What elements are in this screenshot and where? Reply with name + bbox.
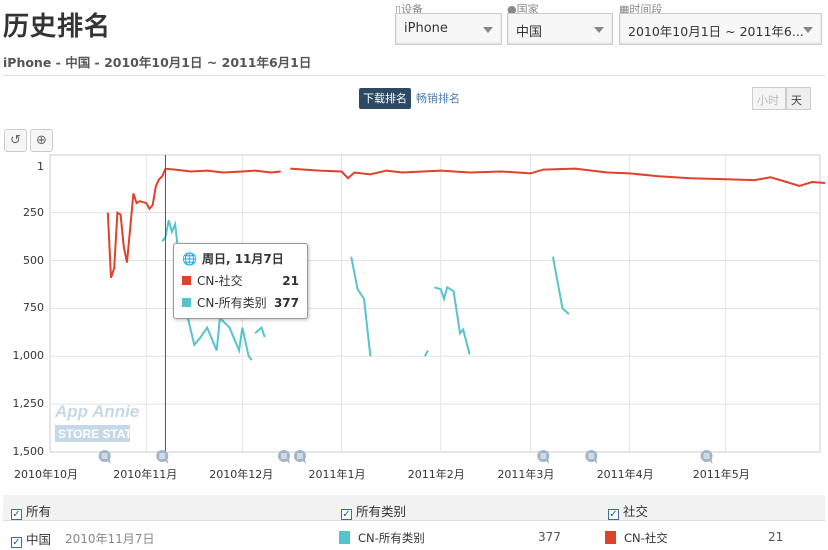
- filter-social[interactable]: ✓ 社交: [608, 501, 648, 520]
- y-tick-label: 500: [23, 253, 44, 267]
- series-swatch: [182, 276, 191, 285]
- legend-value: 21: [768, 530, 784, 544]
- note-icon[interactable]: [700, 450, 713, 464]
- x-tick-label: 2010年12月: [209, 468, 274, 481]
- note-icon[interactable]: [156, 450, 169, 464]
- note-icon[interactable]: [585, 450, 598, 464]
- x-tick-label: 2011年3月: [497, 468, 555, 481]
- note-icon[interactable]: [537, 450, 550, 464]
- svg-text:STORE STATS: STORE STATS: [58, 427, 140, 441]
- x-tick-label: 2011年5月: [692, 468, 750, 481]
- checkbox-icon[interactable]: ✓: [608, 509, 619, 520]
- legend-date: 2010年11月7日: [65, 532, 155, 546]
- tooltip: 🌐 周日, 11月7日 CN-社交 21 CN-所有类别 377: [173, 243, 308, 319]
- filter-all[interactable]: ✓ 所有: [11, 501, 51, 520]
- checkbox-icon[interactable]: ✓: [11, 509, 22, 520]
- country-toggle[interactable]: ✓ 中国: [11, 529, 51, 548]
- y-tick-label: 750: [23, 301, 44, 315]
- legend-header: ✓ 所有 ✓ 所有类别 ✓ 社交: [3, 495, 825, 521]
- note-icon[interactable]: [277, 450, 290, 464]
- tooltip-row-all: CN-所有类别 377: [182, 294, 299, 311]
- x-tick-label: 2010年10月: [14, 468, 78, 481]
- y-tick-label: 1,500: [12, 445, 45, 458]
- filter-all-categories[interactable]: ✓ 所有类别: [341, 501, 406, 520]
- note-icon[interactable]: [98, 450, 111, 464]
- series-swatch: [605, 531, 616, 544]
- rank-chart[interactable]: App Annie STORE STATS: [0, 0, 828, 490]
- x-tick-label: 2011年4月: [596, 468, 654, 481]
- y-tick-label: 1,250: [12, 397, 45, 411]
- y-tick-label: 1: [37, 160, 44, 173]
- y-tick-label: 250: [23, 205, 44, 219]
- note-icon[interactable]: [293, 450, 306, 464]
- checkbox-icon[interactable]: ✓: [341, 509, 352, 520]
- legend-value: 377: [538, 530, 561, 544]
- x-tick-label: 2011年2月: [407, 468, 465, 481]
- series-swatch: [339, 531, 350, 544]
- legend-row: ✓ 中国 2010年11月7日 CN-所有类别 377 CN-社交 21: [3, 522, 825, 550]
- y-tick-label: 1,000: [12, 349, 45, 363]
- legend-item-social[interactable]: CN-社交: [605, 530, 668, 546]
- globe-icon: 🌐: [182, 251, 197, 266]
- x-tick-label: 2011年1月: [308, 468, 366, 481]
- legend-item-all[interactable]: CN-所有类别: [339, 530, 425, 546]
- x-tick-label: 2010年11月: [113, 468, 178, 481]
- series-swatch: [182, 298, 191, 307]
- svg-text:App Annie: App Annie: [54, 402, 139, 421]
- checkbox-icon[interactable]: ✓: [11, 537, 22, 548]
- tooltip-row-social: CN-社交 21: [182, 272, 299, 289]
